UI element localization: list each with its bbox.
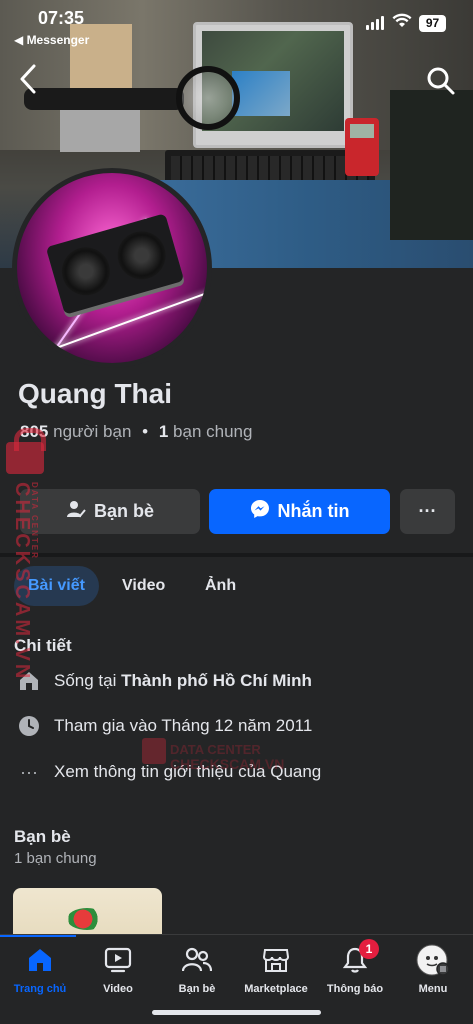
mutual-count: 1 — [158, 422, 169, 441]
nav-menu-label: Menu — [418, 983, 448, 995]
cover-multimeter — [345, 118, 379, 176]
nav-friends-label: Bạn bè — [178, 983, 216, 995]
friends-icon — [157, 945, 237, 975]
nav-friends[interactable]: Bạn bè — [157, 945, 237, 995]
nav-notifications[interactable]: 1 Thông báo — [315, 939, 395, 995]
friend-check-icon — [66, 499, 86, 524]
friends-button-label: Bạn bè — [93, 501, 154, 521]
lives-city[interactable]: Thành phố Hồ Chí Minh — [121, 671, 312, 690]
friends-section-subtitle: 1 bạn chung — [14, 850, 97, 867]
friends-button[interactable]: Bạn bè — [20, 489, 200, 534]
home-indicator — [152, 1010, 321, 1015]
watermark-center-small: DATA CENTER — [170, 742, 261, 757]
profile-avatar[interactable] — [12, 168, 212, 368]
marketplace-icon — [235, 945, 317, 975]
watermark-lock-icon — [6, 428, 46, 474]
cellular-signal-icon — [366, 16, 384, 30]
message-button[interactable]: Nhắn tin — [209, 489, 390, 534]
status-time: 07:35 — [38, 8, 85, 28]
status-bar: 07:35 ◀ Messenger 97 — [0, 0, 473, 50]
joined-text: Tham gia vào Tháng 12 năm 2011 — [54, 716, 313, 735]
stats-separator: • — [142, 422, 149, 441]
watermark-lock-icon — [142, 738, 166, 764]
mutual-label: bạn chung — [173, 422, 253, 441]
bell-icon: 1 — [315, 939, 395, 975]
cover-monitor-window — [232, 71, 290, 116]
avatar-gpu — [45, 213, 185, 315]
nav-notifications-label: Thông báo — [326, 983, 384, 995]
lives-prefix: Sống tại — [54, 671, 122, 690]
menu-avatar-icon — [393, 944, 473, 976]
watermark-vertical-small: DATA CENTER — [30, 482, 39, 560]
search-icon[interactable] — [424, 64, 458, 98]
detail-joined: Tham gia vào Tháng 12 năm 2011 — [18, 712, 312, 740]
cover-equipment — [390, 90, 473, 240]
more-dots-icon: ··· — [20, 761, 38, 782]
message-button-label: Nhắn tin — [277, 501, 350, 521]
back-arrow-icon[interactable] — [16, 62, 42, 96]
clock-icon — [18, 715, 40, 737]
watermark-center: CHECKSCAM.VN — [170, 756, 285, 772]
friends-section-title: Bạn bè — [14, 827, 71, 846]
messenger-icon — [250, 499, 270, 524]
video-icon — [78, 945, 158, 975]
tab-video[interactable]: Video — [122, 566, 165, 606]
nav-menu[interactable]: Menu — [393, 944, 473, 995]
nav-home[interactable]: Trang chủ — [0, 945, 80, 995]
home-icon — [0, 945, 80, 975]
battery-indicator: 97 — [419, 15, 446, 32]
detail-lives-in: Sống tại Thành phố Hồ Chí Minh — [18, 667, 312, 695]
profile-tabs: Bài viết Video Ảnh — [0, 566, 473, 608]
nav-marketplace-label: Marketplace — [244, 983, 308, 995]
home-progress-bar — [0, 935, 76, 937]
cover-magnifier-lamp — [176, 66, 240, 130]
profile-name: Quang Thai — [18, 378, 172, 409]
nav-video-label: Video — [103, 983, 133, 995]
section-divider — [0, 553, 473, 557]
profile-stats[interactable]: 805 người bạn • 1 bạn chung — [20, 422, 252, 442]
cover-lamp-arm — [24, 88, 184, 110]
tab-photos[interactable]: Ảnh — [205, 566, 236, 606]
friend-card-logo — [67, 908, 107, 930]
friends-label: người bạn — [53, 422, 132, 441]
notification-badge: 1 — [359, 939, 379, 959]
more-options-button[interactable]: ··· — [400, 489, 455, 534]
back-to-messenger-link[interactable]: ◀ Messenger — [14, 33, 89, 47]
nav-marketplace[interactable]: Marketplace — [235, 945, 317, 995]
wifi-icon — [392, 13, 412, 34]
nav-home-label: Trang chủ — [13, 983, 67, 995]
nav-video[interactable]: Video — [78, 945, 158, 995]
